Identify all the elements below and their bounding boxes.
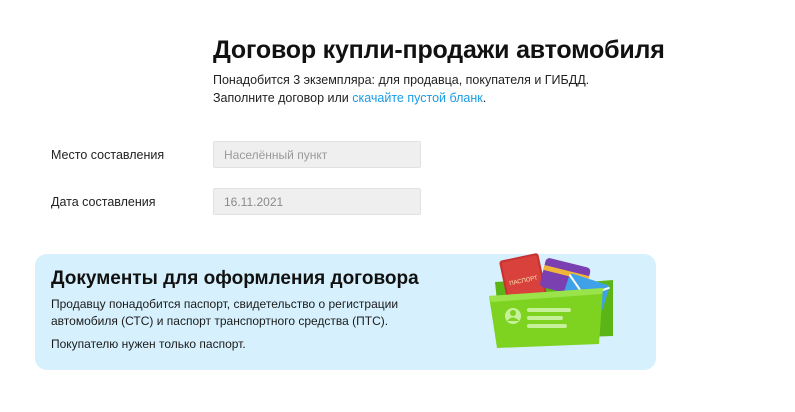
date-label: Дата составления xyxy=(51,195,156,209)
fill-note-suffix: . xyxy=(482,91,487,105)
seller-documents-text: Продавцу понадобится паспорт, свидетельс… xyxy=(51,297,399,328)
contract-page: Договор купли-продажи автомобиля Понадоб… xyxy=(0,0,795,412)
download-blank-link[interactable]: скачайте пустой бланк xyxy=(352,91,482,105)
card-title: Документы для оформления договора xyxy=(51,268,419,289)
documents-info-card: Документы для оформления договора Продав… xyxy=(35,253,656,370)
place-label: Место составления xyxy=(51,148,165,162)
page-title: Договор купли-продажи автомобиля xyxy=(213,36,665,64)
buyer-documents-text: Покупателю нужен только паспорт. xyxy=(51,337,246,351)
fill-note: Заполните договор или скачайте пустой бл… xyxy=(213,89,589,107)
folder-text-line xyxy=(527,316,563,320)
folder-text-line xyxy=(527,308,571,312)
place-input[interactable] xyxy=(213,141,421,168)
fill-note-prefix: Заполните договор или xyxy=(213,91,353,105)
folder-text-line xyxy=(527,324,567,328)
documents-folder-icon: ПАСПОРТ xyxy=(489,253,613,348)
intro-text: Понадобится 3 экземпляра: для продавца, … xyxy=(213,71,589,107)
date-input[interactable] xyxy=(213,188,421,215)
copies-note: Понадобится 3 экземпляра: для продавца, … xyxy=(213,73,590,87)
